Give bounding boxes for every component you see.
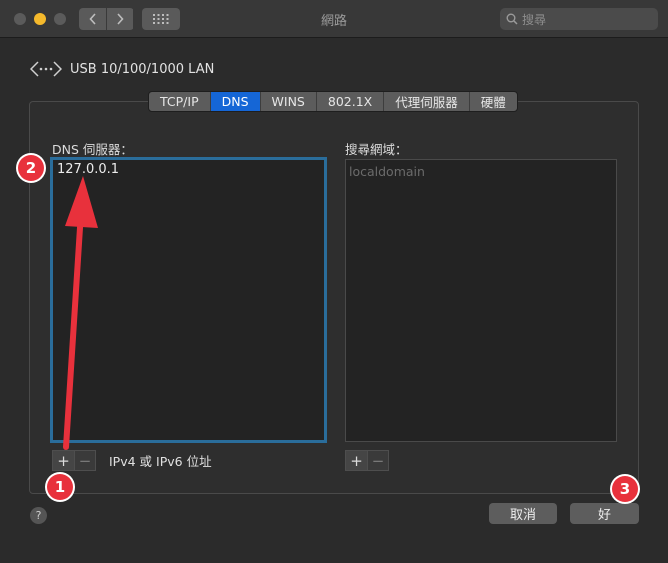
dns-servers-label: DNS 伺服器：: [52, 142, 133, 157]
dns-add-button[interactable]: +: [53, 451, 74, 470]
ok-button[interactable]: 好: [570, 503, 639, 524]
search-icon: [506, 13, 518, 25]
cancel-button[interactable]: 取消: [489, 503, 557, 524]
tab-dns[interactable]: DNS: [210, 92, 261, 111]
dns-add-remove-control: + −: [52, 450, 96, 471]
network-arrows-icon: [30, 61, 62, 77]
show-all-button[interactable]: [142, 8, 180, 30]
dns-servers-list[interactable]: 127.0.0.1: [50, 157, 327, 443]
interface-name: USB 10/100/1000 LAN: [70, 61, 215, 77]
back-button[interactable]: [79, 8, 106, 30]
tab-8021x[interactable]: 802.1X: [317, 92, 385, 111]
chevron-right-icon: [117, 13, 124, 25]
search-placeholder: 搜尋: [522, 12, 547, 27]
forward-button[interactable]: [106, 8, 133, 30]
annotation-badge-3: 3: [612, 476, 638, 502]
search-domains-list[interactable]: localdomain: [345, 159, 617, 442]
annotation-badge-2: 2: [18, 155, 44, 181]
tab-hardware[interactable]: 硬體: [470, 92, 517, 111]
tab-wins[interactable]: WINS: [261, 92, 317, 111]
navigation-buttons: [79, 8, 134, 30]
search-domain-placeholder: localdomain: [349, 164, 425, 179]
tab-tcpip[interactable]: TCP/IP: [149, 92, 211, 111]
title-bar: 網路 搜尋: [0, 0, 668, 38]
annotation-badge-1: 1: [47, 474, 73, 500]
tab-proxies[interactable]: 代理伺服器: [384, 92, 470, 111]
domain-remove-button[interactable]: −: [367, 451, 388, 470]
dns-server-entry[interactable]: 127.0.0.1: [57, 162, 119, 177]
interface-header: USB 10/100/1000 LAN: [30, 60, 214, 78]
tab-bar: TCP/IP DNS WINS 802.1X 代理伺服器 硬體: [148, 91, 518, 112]
search-input[interactable]: 搜尋: [500, 8, 658, 30]
network-preferences-window: 網路 搜尋 USB 10/100/1000 LAN TCP/IP DNS WIN…: [0, 0, 668, 563]
dns-address-hint: IPv4 或 IPv6 位址: [109, 454, 212, 469]
grid-icon: [153, 14, 169, 24]
search-domains-label: 搜尋網域：: [345, 142, 408, 157]
domain-add-button[interactable]: +: [346, 451, 367, 470]
minimize-window-button[interactable]: [34, 13, 46, 25]
domain-add-remove-control: + −: [345, 450, 389, 471]
help-button[interactable]: ?: [30, 507, 47, 524]
close-window-button[interactable]: [14, 13, 26, 25]
chevron-left-icon: [88, 13, 96, 25]
zoom-window-button[interactable]: [54, 13, 66, 25]
dns-remove-button[interactable]: −: [74, 451, 95, 470]
